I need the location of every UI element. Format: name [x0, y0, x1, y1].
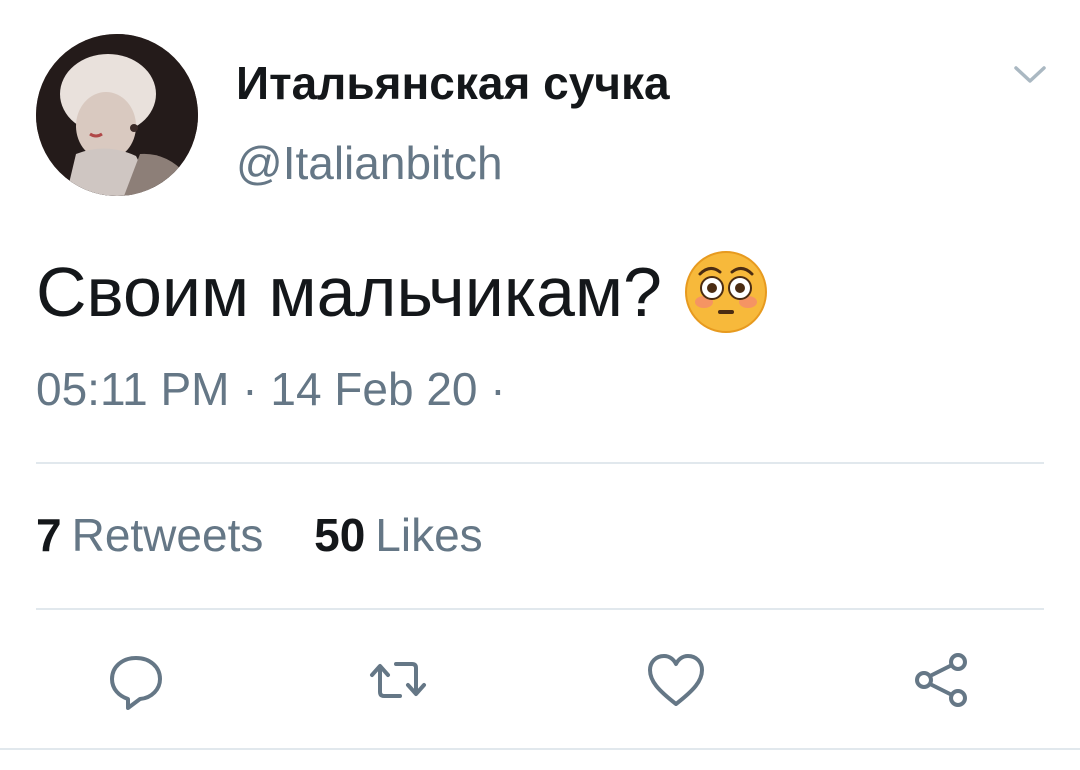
likes-stat[interactable]: 50 Likes [314, 509, 483, 561]
reply-button[interactable] [104, 648, 168, 712]
tweet-timestamp[interactable]: 05:11 PM · 14 Feb 20 · [36, 364, 506, 415]
divider [36, 462, 1044, 464]
retweets-label: Retweets [71, 509, 264, 561]
share-button[interactable] [910, 648, 974, 712]
avatar[interactable] [36, 34, 198, 196]
tweet-stats: 7 Retweets 50 Likes [36, 510, 521, 561]
tweet-text: Своим мальчикам? [36, 250, 768, 334]
chevron-down-icon[interactable] [1010, 62, 1050, 88]
tweet-text-content: Своим мальчикам? [36, 252, 662, 331]
likes-count: 50 [314, 509, 366, 561]
flushed-face-icon [684, 250, 768, 334]
user-handle[interactable]: @Italianbitch [236, 138, 503, 189]
retweet-icon [370, 662, 426, 698]
share-icon [915, 653, 967, 707]
reply-icon [110, 656, 162, 710]
like-button[interactable] [644, 648, 708, 712]
divider [0, 748, 1080, 750]
likes-label: Likes [375, 509, 483, 561]
retweets-stat[interactable]: 7 Retweets [36, 509, 263, 561]
divider [36, 608, 1044, 610]
heart-icon [648, 654, 704, 706]
retweets-count: 7 [36, 509, 62, 561]
display-name[interactable]: Итальянская сучка [236, 58, 670, 109]
retweet-button[interactable] [366, 648, 430, 712]
